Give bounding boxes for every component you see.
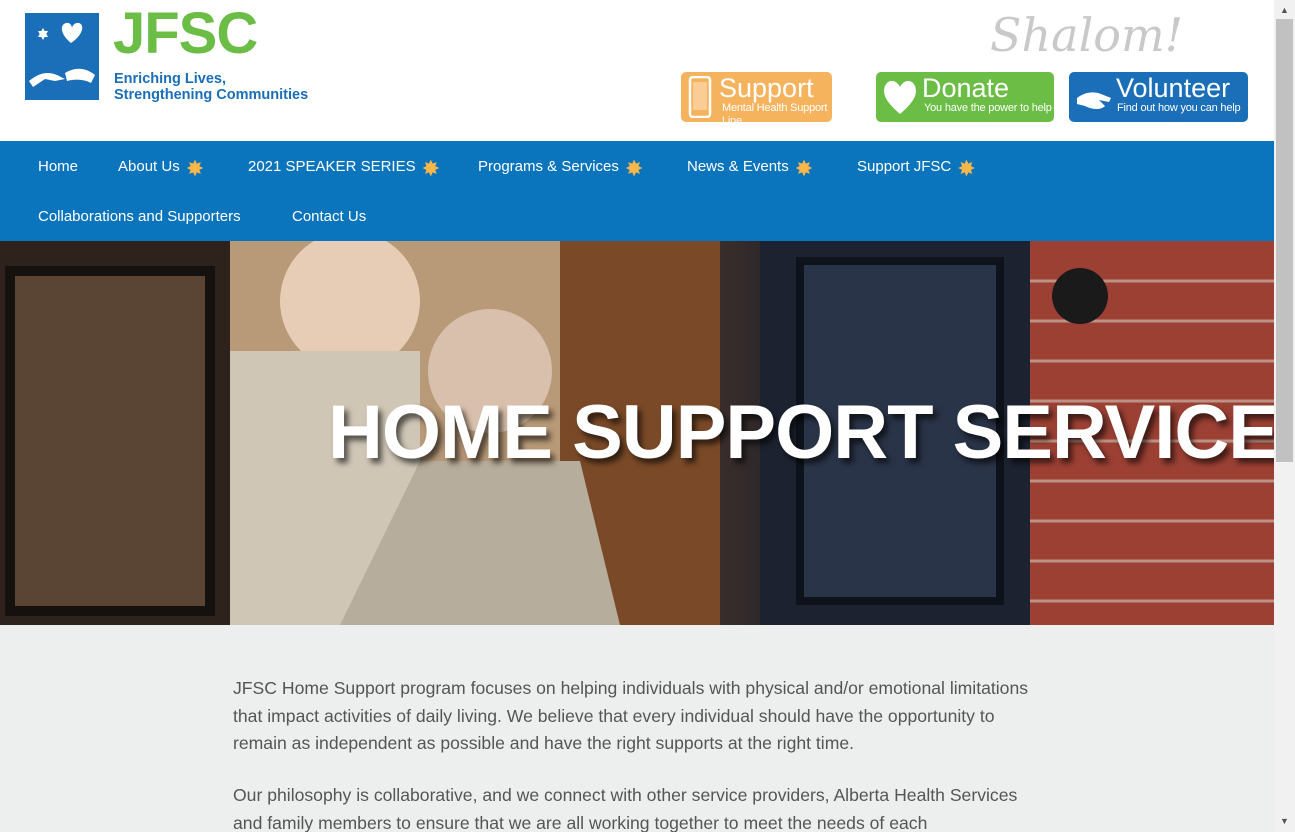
brand-tagline-line2: Strengthening Communities: [114, 87, 309, 103]
hand-icon: [1075, 76, 1117, 122]
donate-button[interactable]: Donate You have the power to help: [876, 72, 1054, 122]
site-header: JFSC Enriching Lives, Strengthening Comm…: [0, 0, 1274, 141]
nav-item-label: Programs & Services: [478, 158, 619, 175]
donate-title: Donate: [922, 73, 1010, 103]
nav-item-contact-us[interactable]: Contact Us: [292, 207, 366, 227]
main-content: JFSC Home Support program focuses on hel…: [0, 625, 1274, 832]
nav-item-label: Home: [38, 158, 79, 175]
brand-tagline: Enriching Lives, Strengthening Communiti…: [114, 71, 308, 103]
scrollbar-thumb[interactable]: [1276, 19, 1293, 462]
nav-item-label: 2021 SPEAKER SERIES: [248, 158, 416, 175]
logo-icon[interactable]: [25, 13, 99, 100]
star-icon: ✸: [421, 156, 441, 181]
donate-subtitle: You have the power to help: [924, 102, 1052, 114]
page: JFSC Enriching Lives, Strengthening Comm…: [0, 0, 1274, 832]
star-icon: ✸: [794, 156, 814, 181]
nav-item-label: About Us: [118, 158, 180, 175]
volunteer-button[interactable]: Volunteer Find out how you can help: [1069, 72, 1248, 122]
nav-item-label: Collaborations and Supporters: [38, 208, 241, 225]
star-icon: ✸: [624, 156, 644, 181]
support-button[interactable]: Support Mental Health Support Line: [681, 72, 832, 122]
brand-name[interactable]: JFSC: [113, 5, 258, 63]
brand-tagline-line1: Enriching Lives,: [114, 71, 226, 87]
volunteer-title: Volunteer: [1116, 73, 1231, 103]
nav-item-label: News & Events: [687, 158, 789, 175]
nav-item-speaker-series[interactable]: 2021 SPEAKER SERIES ✸: [248, 156, 446, 181]
intro-paragraph: JFSC Home Support program focuses on hel…: [233, 678, 1029, 753]
shalom-greeting: Shalom!: [990, 8, 1184, 62]
nav-item-label: Contact Us: [292, 208, 367, 225]
phone-icon: [687, 75, 713, 122]
heart-icon: [882, 76, 918, 121]
scroll-down-arrow-icon[interactable]: ▼: [1274, 813, 1295, 830]
nav-item-label: Support JFSC: [857, 158, 952, 175]
hero-banner: HOME SUPPORT SERVICES: [0, 241, 1274, 625]
nav-item-home[interactable]: Home: [38, 157, 78, 177]
star-icon: ✸: [957, 156, 976, 181]
hero-title: HOME SUPPORT SERVICES: [328, 390, 1274, 475]
main-nav: Home About Us ✸ 2021 SPEAKER SERIES ✸ Pr…: [0, 141, 1274, 241]
scroll-up-arrow-icon[interactable]: ▲: [1274, 2, 1295, 19]
philosophy-paragraph: Our philosophy is collaborative, and we …: [233, 785, 1018, 832]
vertical-scrollbar[interactable]: ▲ ▼: [1274, 0, 1295, 832]
nav-item-news-events[interactable]: News & Events ✸: [687, 156, 819, 181]
nav-item-about-us[interactable]: About Us ✸: [118, 156, 210, 181]
support-title: Support: [719, 73, 814, 103]
nav-item-collaborations[interactable]: Collaborations and Supporters: [38, 207, 241, 227]
volunteer-subtitle: Find out how you can help: [1117, 102, 1241, 114]
support-subtitle: Mental Health Support Line: [722, 102, 828, 122]
nav-item-programs-services[interactable]: Programs & Services ✸: [478, 156, 649, 181]
star-icon: ✸: [185, 156, 205, 181]
nav-item-support-jfsc[interactable]: Support JFSC ✸: [857, 156, 981, 181]
